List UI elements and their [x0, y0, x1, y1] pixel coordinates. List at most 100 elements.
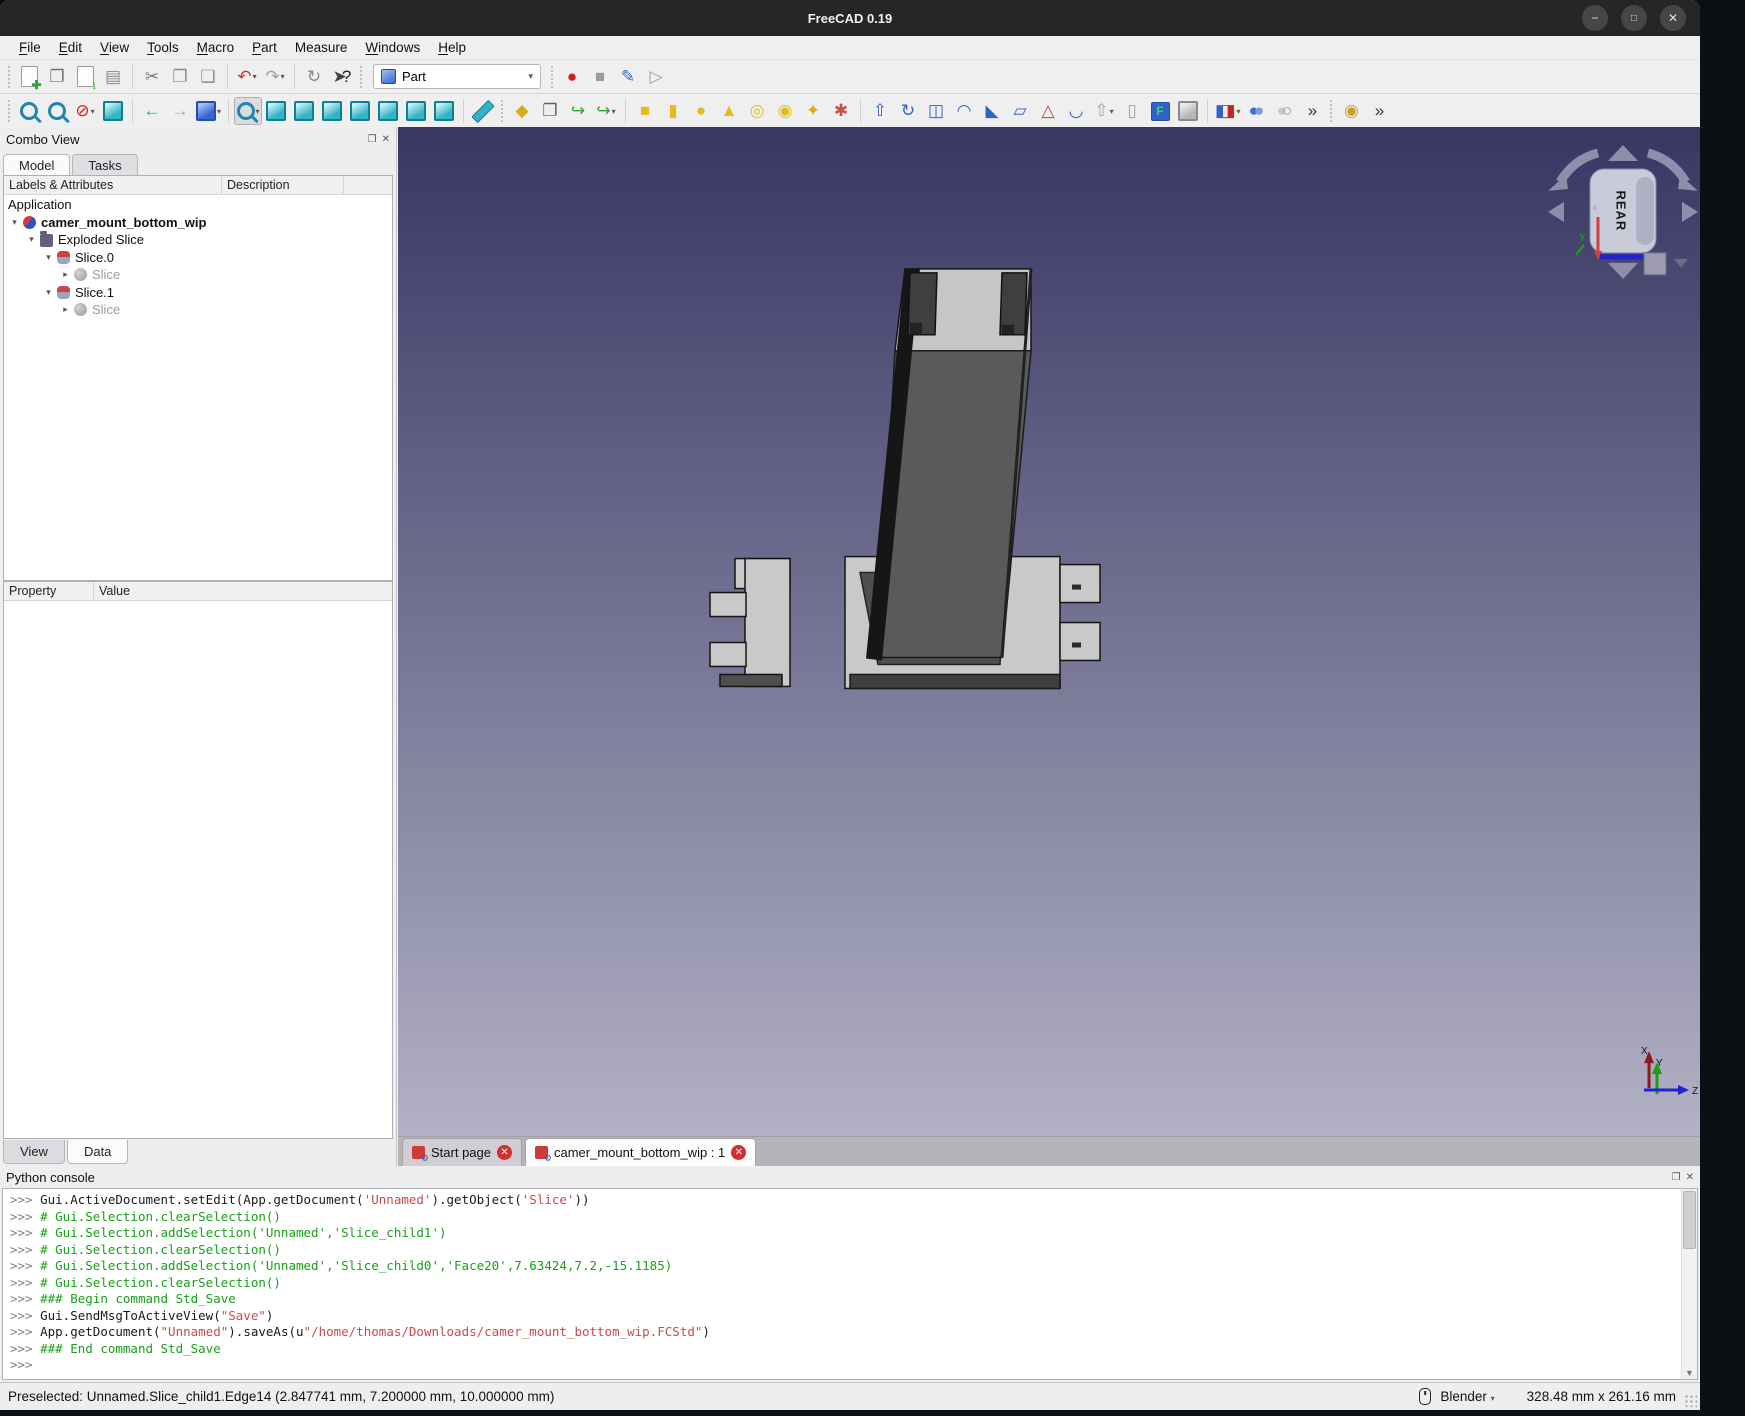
tree-item-camer-mount-bottom-wip[interactable]: ▾camer_mount_bottom_wip	[4, 214, 392, 232]
property-header-value[interactable]: Value	[94, 582, 392, 600]
view-right-button[interactable]	[346, 97, 374, 125]
create-group-button[interactable]: ❐	[536, 97, 564, 125]
toolbar-extension-button[interactable]: »	[1298, 97, 1326, 125]
scrollbar-thumb[interactable]	[1683, 1191, 1696, 1249]
draw-style-button[interactable]: ⊘▾	[71, 97, 99, 125]
revolve-button[interactable]: ↻	[894, 97, 922, 125]
menu-file[interactable]: File	[10, 38, 50, 57]
expand-arrow-icon[interactable]: ▸	[59, 304, 72, 315]
toolbar-drag-handle[interactable]	[1329, 99, 1334, 123]
toolbar-drag-handle[interactable]	[500, 99, 505, 123]
undock-icon[interactable]: ❐	[368, 134, 377, 145]
tab-data[interactable]: Data	[67, 1140, 128, 1164]
export-step-button[interactable]: ↪	[564, 97, 592, 125]
navigate-back-button[interactable]: ←	[138, 97, 166, 125]
workbench-selector[interactable]: Part▾	[373, 64, 541, 89]
boolean-common-button[interactable]: ●○	[1270, 97, 1298, 125]
property-header-property[interactable]: Property	[4, 582, 94, 600]
python-console-output[interactable]: >>> Gui.ActiveDocument.setEdit(App.getDo…	[2, 1188, 1698, 1380]
view-axonometric-button[interactable]	[262, 97, 290, 125]
fillet-button[interactable]: ◠	[950, 97, 978, 125]
box-zoom-button[interactable]: ▾	[234, 97, 262, 125]
close-tab-icon[interactable]: ✕	[497, 1145, 512, 1160]
copy-button[interactable]: ❐	[166, 63, 194, 91]
menu-edit[interactable]: Edit	[50, 38, 91, 57]
tree-item-slice[interactable]: ▸Slice	[4, 301, 392, 319]
menu-tools[interactable]: Tools	[138, 38, 188, 57]
measure-linear-button[interactable]: ◉	[1337, 97, 1365, 125]
menu-view[interactable]: View	[91, 38, 138, 57]
tree-header-description[interactable]: Description	[222, 176, 344, 194]
measure-distance-button[interactable]	[469, 97, 497, 125]
close-panel-icon[interactable]: ✕	[1686, 1172, 1694, 1183]
fit-selection-button[interactable]	[43, 97, 71, 125]
paste-button[interactable]: ❏	[194, 63, 222, 91]
view-rear-button[interactable]	[374, 97, 402, 125]
tree-header-labels[interactable]: Labels & Attributes	[4, 176, 222, 194]
tree-item-exploded-slice[interactable]: ▾Exploded Slice	[4, 231, 392, 249]
offset-button[interactable]: ⇧▾	[1090, 97, 1118, 125]
macro-play-button[interactable]: ▷	[642, 63, 670, 91]
tree-item-slice-0[interactable]: ▾Slice.0	[4, 249, 392, 267]
expand-arrow-icon[interactable]: ▸	[59, 269, 72, 280]
part-cone-button[interactable]: ▲	[715, 97, 743, 125]
toolbar-drag-handle[interactable]	[7, 99, 12, 123]
ruled-surface-button[interactable]: ▱	[1006, 97, 1034, 125]
collapse-arrow-icon[interactable]: ▾	[25, 234, 38, 245]
menu-macro[interactable]: Macro	[188, 38, 244, 57]
fit-all-button[interactable]	[15, 97, 43, 125]
scrollbar-down-arrow[interactable]: ▼	[1682, 1368, 1697, 1378]
collapse-arrow-icon[interactable]: ▾	[42, 252, 55, 263]
boolean-union-button[interactable]: ●●	[1242, 97, 1270, 125]
toolbar-drag-handle[interactable]	[359, 65, 364, 89]
view-top-button[interactable]	[318, 97, 346, 125]
tree-item-application[interactable]: Application	[4, 196, 392, 214]
menu-windows[interactable]: Windows	[356, 38, 429, 57]
close-tab-icon[interactable]: ✕	[731, 1145, 746, 1160]
undock-icon[interactable]: ❐	[1672, 1172, 1681, 1183]
toolbar-drag-handle[interactable]	[550, 65, 555, 89]
document-tab-start-page[interactable]: Start page✕	[402, 1138, 522, 1166]
collapse-arrow-icon[interactable]: ▾	[42, 287, 55, 298]
toolbar-extension-2-button[interactable]: »	[1365, 97, 1393, 125]
extrude-button[interactable]: ⇧	[866, 97, 894, 125]
console-scrollbar[interactable]: ▼	[1681, 1189, 1697, 1379]
title-bar[interactable]: FreeCAD 0.19 − □ ✕	[0, 0, 1700, 36]
macro-edit-button[interactable]: ✎	[614, 63, 642, 91]
mirror-button[interactable]: ◫	[922, 97, 950, 125]
part-sphere-button[interactable]: ●	[687, 97, 715, 125]
toolbar-drag-handle[interactable]	[7, 65, 12, 89]
cut-button[interactable]: ✂	[138, 63, 166, 91]
3d-viewport[interactable]: REAR × Y Z	[398, 127, 1700, 1136]
boolean-operation-button[interactable]: ◧▮▾	[1213, 97, 1242, 125]
sweep-button[interactable]: ◡	[1062, 97, 1090, 125]
part-cylinder-button[interactable]: ▮	[659, 97, 687, 125]
tab-model[interactable]: Model	[3, 154, 70, 177]
view-front-button[interactable]	[290, 97, 318, 125]
new-document-button[interactable]: ✚	[15, 63, 43, 91]
part-torus-button[interactable]: ◎	[743, 97, 771, 125]
print-button[interactable]: ▤	[99, 63, 127, 91]
tree-item-slice-1[interactable]: ▾Slice.1	[4, 284, 392, 302]
chamfer-button[interactable]: ◣	[978, 97, 1006, 125]
part-box-button[interactable]: ■	[631, 97, 659, 125]
macro-stop-button[interactable]: ■	[586, 63, 614, 91]
convert-to-solid-button[interactable]: F	[1146, 97, 1174, 125]
view-rotation-button[interactable]: ▾	[194, 97, 223, 125]
tab-view[interactable]: View	[3, 1140, 65, 1164]
save-document-button[interactable]: ↓	[71, 63, 99, 91]
macro-record-button[interactable]: ●	[558, 63, 586, 91]
menu-measure[interactable]: Measure	[286, 38, 357, 57]
menu-help[interactable]: Help	[429, 38, 475, 57]
loft-button[interactable]: △	[1034, 97, 1062, 125]
resize-grip[interactable]	[1684, 1394, 1697, 1407]
whats-this-button[interactable]: ➤?	[328, 63, 356, 91]
undo-button[interactable]: ↶▾	[233, 63, 261, 91]
thickness-button[interactable]: ▯	[1118, 97, 1146, 125]
shape-builder-button[interactable]: ✦	[799, 97, 827, 125]
refresh-button[interactable]: ↻	[300, 63, 328, 91]
open-document-button[interactable]: ❐	[43, 63, 71, 91]
nav-style-selector[interactable]: Blender ▾	[1440, 1389, 1494, 1404]
close-button[interactable]: ✕	[1660, 5, 1686, 31]
maximize-button[interactable]: □	[1621, 5, 1647, 31]
